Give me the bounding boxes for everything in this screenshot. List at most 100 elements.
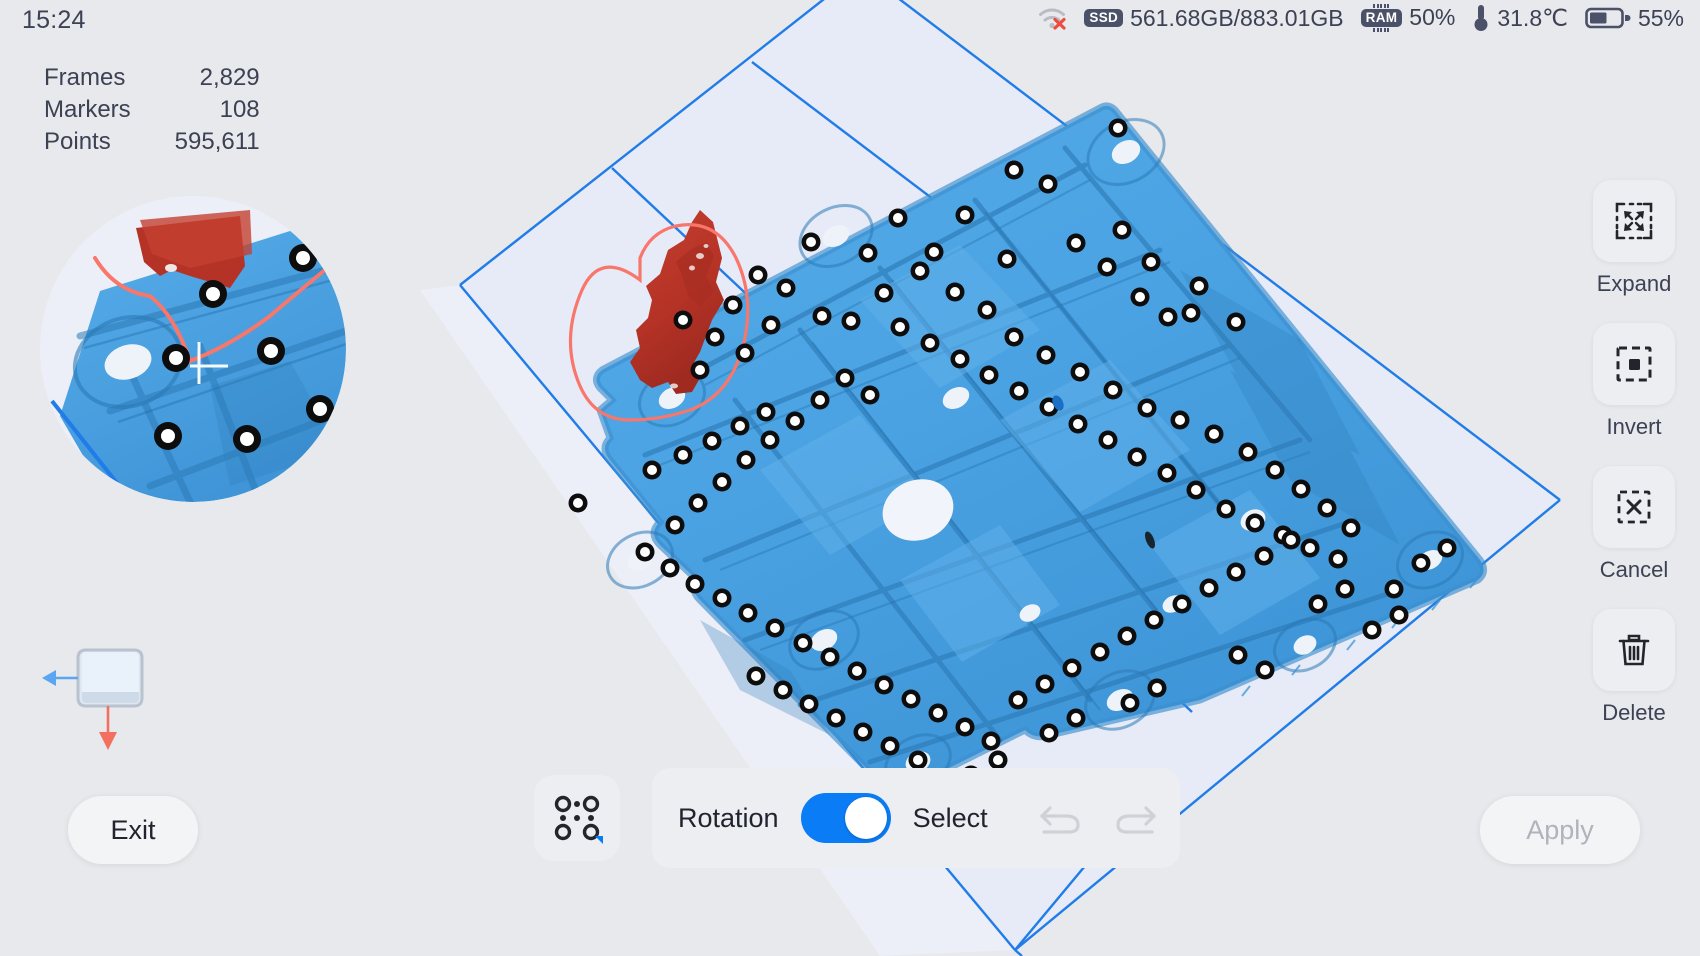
marker-dot: [1329, 550, 1348, 569]
marker-dot: [1067, 234, 1086, 253]
marker-dot: [1318, 499, 1337, 518]
marker-dot: [875, 676, 894, 695]
marker-dot: [1138, 399, 1157, 418]
marker-dot: [1301, 539, 1320, 558]
marker-dot: [1091, 643, 1110, 662]
marker-dot: [1205, 425, 1224, 444]
expand-label: Expand: [1597, 271, 1672, 297]
invert-label: Invert: [1606, 414, 1661, 440]
magnifier-preview: [40, 196, 346, 502]
redo-button[interactable]: [1112, 790, 1160, 846]
expand-button[interactable]: [1593, 180, 1675, 262]
marker-dot: [1266, 461, 1285, 480]
marker-dot: [1005, 328, 1024, 347]
marker-dot: [1039, 175, 1058, 194]
apply-button[interactable]: Apply: [1480, 796, 1640, 864]
marker-dot: [643, 461, 662, 480]
mode-toggle[interactable]: [801, 793, 891, 843]
axis-gizmo[interactable]: [38, 628, 178, 758]
marker-dot: [762, 316, 781, 335]
marker-dot: [1121, 694, 1140, 713]
marker-dot: [666, 516, 685, 535]
cancel-button[interactable]: [1593, 466, 1675, 548]
tool-delete[interactable]: Delete: [1582, 609, 1686, 744]
marker-dot: [1040, 724, 1059, 743]
undo-icon: [1036, 798, 1084, 838]
marker-dot: [1200, 579, 1219, 598]
toggle-knob: [845, 797, 887, 839]
marker-dot: [911, 262, 930, 281]
selection-toolbar: Expand Invert Cancel: [1582, 180, 1686, 744]
marker-dot: [1246, 514, 1265, 533]
invert-selection-icon: [1612, 342, 1656, 386]
marker-dot: [689, 494, 708, 513]
marker-dot: [1282, 531, 1301, 550]
delete-label: Delete: [1602, 700, 1666, 726]
tool-invert[interactable]: Invert: [1582, 323, 1686, 458]
marker-dot: [713, 473, 732, 492]
undo-button[interactable]: [1036, 790, 1084, 846]
marker-dot: [1109, 119, 1128, 138]
marker-dot: [891, 318, 910, 337]
marker-dot: [1071, 363, 1090, 382]
marker-dot: [1309, 595, 1328, 614]
marker-dot: [1010, 382, 1029, 401]
exit-button[interactable]: Exit: [68, 796, 198, 864]
marker-dot: [1131, 288, 1150, 307]
marker-dot: [739, 604, 758, 623]
cancel-selection-icon: [1612, 485, 1656, 529]
marker-dot: [1118, 627, 1137, 646]
invert-button[interactable]: [1593, 323, 1675, 405]
marker-dot: [946, 283, 965, 302]
mode-panel: Rotation Select: [652, 768, 1180, 868]
mode-label-select: Select: [913, 803, 988, 834]
marker-dot: [1173, 595, 1192, 614]
marker-dot: [1159, 308, 1178, 327]
stats-label-markers: Markers: [44, 94, 175, 126]
marker-dot: [724, 296, 743, 315]
marker-dot: [777, 279, 796, 298]
marker-dot: [674, 311, 693, 330]
marker-dot: [800, 695, 819, 714]
marker-dot: [661, 559, 680, 578]
delete-button[interactable]: [1593, 609, 1675, 691]
marker-dot: [1256, 661, 1275, 680]
marker-dot: [1142, 253, 1161, 272]
marker-dot: [1036, 675, 1055, 694]
stats-value-frames: 2,829: [175, 62, 260, 94]
marker-dot: [854, 723, 873, 742]
marker-dot: [686, 575, 705, 594]
marker-dot: [1190, 277, 1209, 296]
stats-label-points: Points: [44, 126, 175, 158]
redo-icon: [1112, 798, 1160, 838]
stats-value-markers: 108: [175, 94, 260, 126]
marker-dot: [921, 334, 940, 353]
marker-dot: [786, 412, 805, 431]
marker-dot: [1385, 580, 1404, 599]
bottom-bar: Exit Rotation: [0, 746, 1700, 956]
marker-dot: [1342, 519, 1361, 538]
marker-dot: [1227, 313, 1246, 332]
marker-dot: [1363, 621, 1382, 640]
scan-stats-panel: Frames 2,829 Markers 108 Points 595,611: [44, 62, 260, 158]
marker-dot: [737, 451, 756, 470]
marker-dot: [747, 667, 766, 686]
marker-dot: [1187, 481, 1206, 500]
stats-row-points: Points 595,611: [44, 126, 260, 158]
marker-dot: [1336, 580, 1355, 599]
stats-row-frames: Frames 2,829: [44, 62, 260, 94]
marker-dot: [813, 307, 832, 326]
marker-dot: [736, 344, 755, 363]
marker-dot: [827, 709, 846, 728]
marker-dot: [1128, 448, 1147, 467]
trash-icon: [1612, 628, 1656, 672]
tool-expand[interactable]: Expand: [1582, 180, 1686, 315]
marker-dot: [1069, 415, 1088, 434]
marker-dot: [1067, 709, 1086, 728]
marker-dot: [636, 543, 655, 562]
tool-cancel[interactable]: Cancel: [1582, 466, 1686, 601]
marker-dot: [1148, 679, 1167, 698]
marker-tool-button[interactable]: [534, 775, 620, 861]
marker-dot: [951, 350, 970, 369]
marker-dot: [859, 244, 878, 263]
